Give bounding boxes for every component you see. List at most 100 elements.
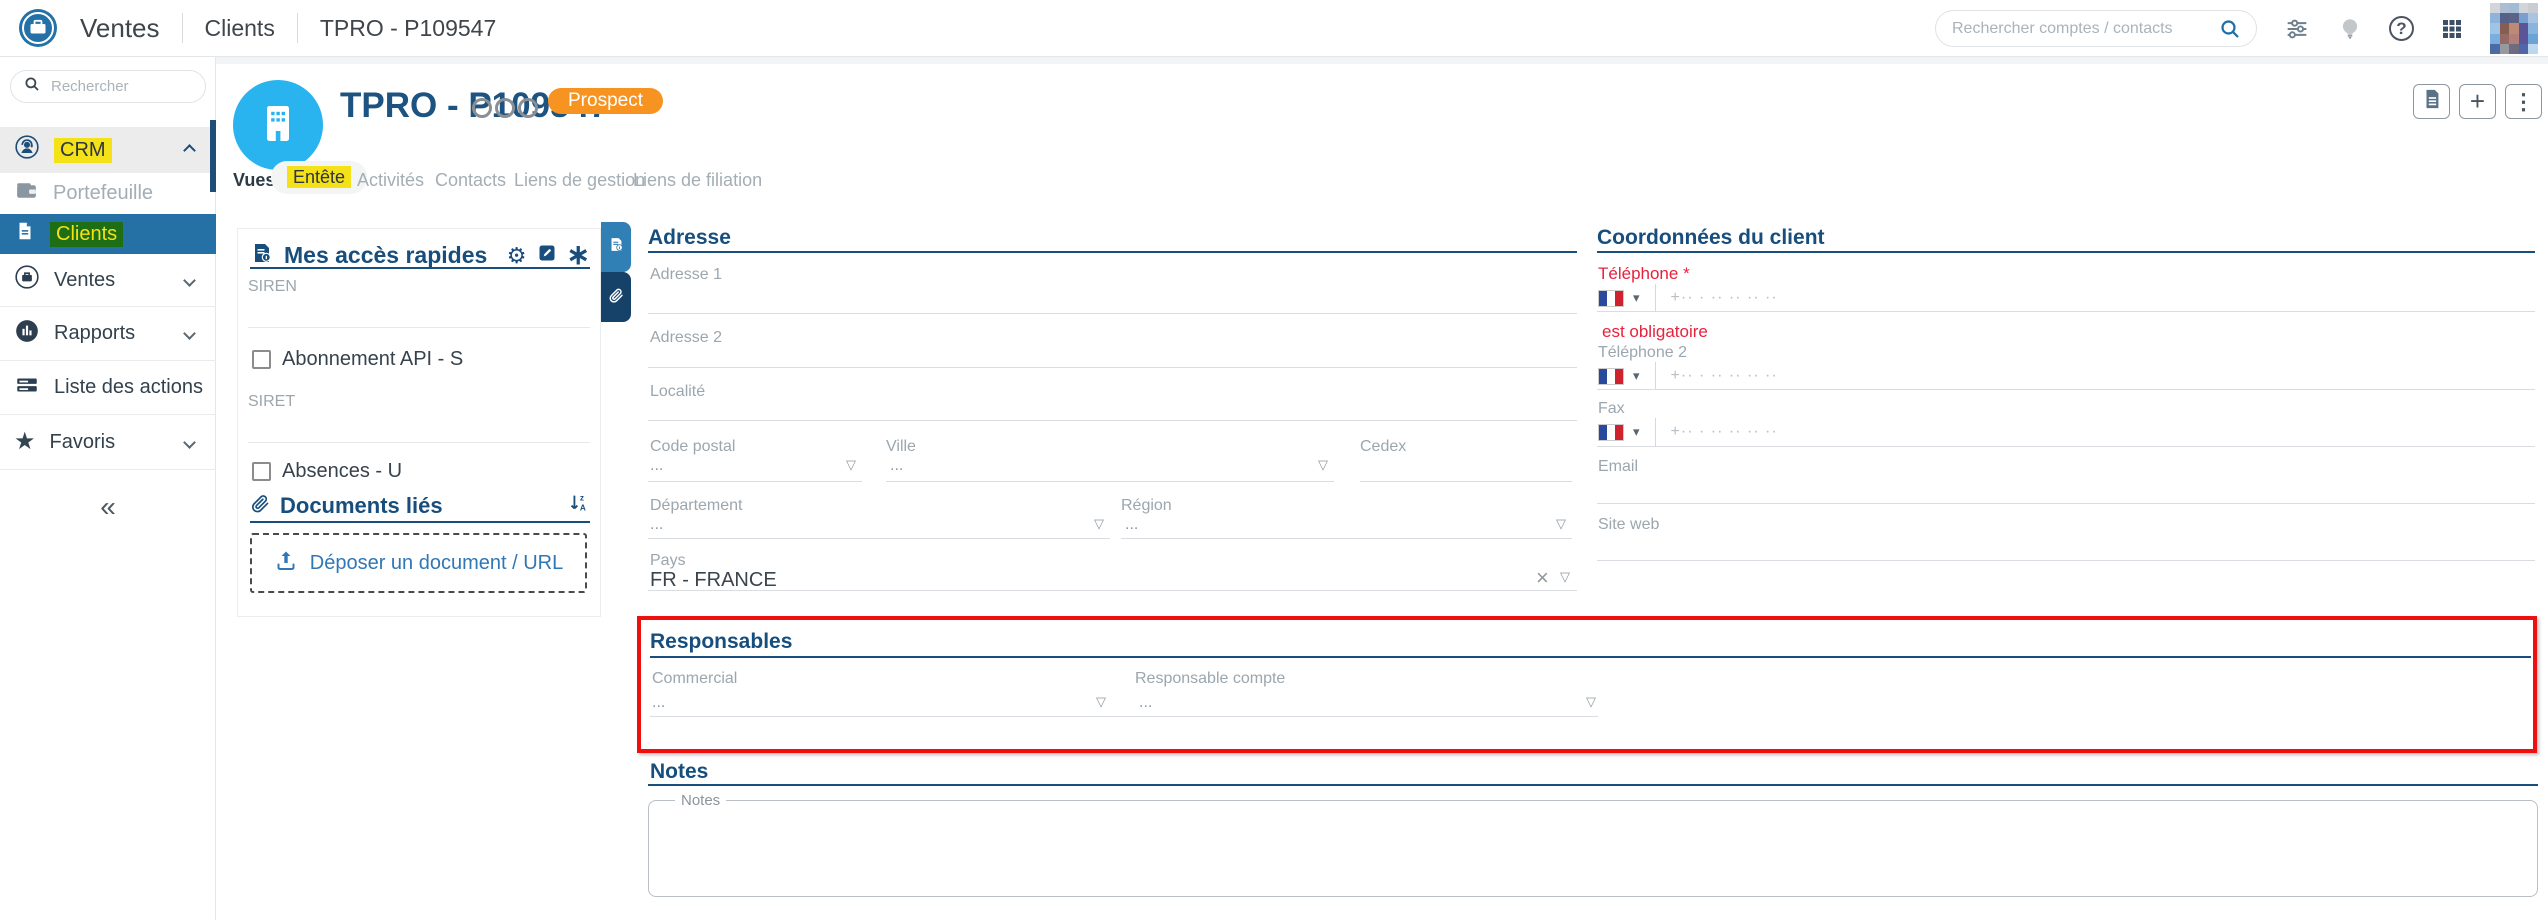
checkbox-icon[interactable]: [252, 462, 271, 481]
wallet-icon: [14, 178, 39, 209]
sidebar-item-clients[interactable]: Clients: [0, 214, 216, 254]
app-logo-icon[interactable]: [18, 8, 58, 48]
responsable-compte-field[interactable]: [1135, 716, 1598, 717]
chevron-down-icon[interactable]: ▾: [1633, 424, 1640, 440]
status-circle-icon[interactable]: [472, 98, 492, 118]
departement-label: Département: [650, 497, 743, 515]
sidebar-item-favoris[interactable]: ★ Favoris: [0, 415, 216, 470]
responsable-compte-value[interactable]: ...: [1139, 694, 1152, 712]
gear-icon[interactable]: ⚙: [507, 243, 527, 269]
fax-input[interactable]: +·· · ·· ·· ·· ··: [1671, 423, 1778, 441]
tab-liens-de-gestion[interactable]: Liens de gestion: [514, 170, 645, 191]
notes-section-title: Notes: [650, 760, 708, 784]
side-tab-attachments[interactable]: [601, 272, 631, 322]
commercial-value[interactable]: ...: [652, 694, 665, 712]
company-avatar: [233, 80, 323, 170]
paperclip-icon: [608, 287, 624, 308]
localite-label: Localité: [650, 383, 705, 401]
sidebar-collapse-button[interactable]: «: [0, 482, 216, 532]
sidebar-item-label: Rapports: [54, 322, 135, 345]
chevron-down-icon[interactable]: ▽: [1556, 517, 1566, 530]
tab-liens-de-filiation[interactable]: Liens de filiation: [633, 170, 762, 191]
checkbox-abonnement[interactable]: Abonnement API - S: [252, 348, 463, 371]
tab-activites[interactable]: Activités: [357, 170, 424, 191]
breadcrumb-module[interactable]: Clients: [205, 15, 275, 42]
sidebar-search[interactable]: [10, 70, 206, 103]
asterisk-icon[interactable]: ∗: [567, 244, 590, 266]
region-value[interactable]: ...: [1125, 516, 1138, 534]
pays-value[interactable]: FR - FRANCE: [650, 569, 777, 592]
chevron-down-icon[interactable]: ▽: [846, 458, 856, 471]
clear-icon[interactable]: ×: [1536, 565, 1549, 591]
status-circle-icon[interactable]: [495, 98, 515, 118]
france-flag-icon[interactable]: [1598, 290, 1624, 307]
apps-grid-icon[interactable]: [2440, 17, 2464, 41]
document-dropzone[interactable]: Déposer un document / URL: [250, 533, 587, 593]
address-section-title: Adresse: [648, 226, 731, 250]
departement-field[interactable]: [648, 538, 1110, 539]
localite-field[interactable]: [648, 420, 1577, 421]
lightbulb-icon[interactable]: [2337, 15, 2363, 43]
help-icon[interactable]: ?: [2389, 16, 2414, 41]
code-postal-field[interactable]: [648, 481, 862, 482]
chevron-down-icon[interactable]: ▾: [1633, 290, 1640, 306]
chevron-down-icon[interactable]: ▽: [1560, 570, 1570, 583]
website-field[interactable]: [1597, 560, 2535, 561]
tab-contacts[interactable]: Contacts: [435, 170, 506, 191]
chevron-down-icon[interactable]: ▽: [1586, 695, 1596, 708]
sidebar-item-ventes[interactable]: Ventes: [0, 254, 216, 307]
sidebar-item-portefeuille[interactable]: Portefeuille: [0, 173, 216, 214]
france-flag-icon[interactable]: [1598, 368, 1624, 385]
chevron-down-icon[interactable]: ▽: [1094, 517, 1104, 530]
search-icon[interactable]: [2218, 17, 2242, 41]
telephone2-field[interactable]: ▾ +·· · ·· ·· ·· ··: [1598, 362, 1778, 390]
edit-icon[interactable]: [537, 243, 557, 268]
departement-value[interactable]: ...: [650, 516, 663, 534]
tab-entete[interactable]: Entête: [271, 161, 367, 194]
telephone-input[interactable]: +·· · ·· ·· ·· ··: [1671, 289, 1778, 307]
sidebar-item-liste-des-actions[interactable]: Liste des actions: [0, 361, 216, 415]
sidebar-item-rapports[interactable]: Rapports: [0, 307, 216, 361]
status-circle-icon[interactable]: [518, 98, 538, 118]
ville-field[interactable]: [886, 481, 1334, 482]
breadcrumb-record: TPRO - P109547: [320, 15, 496, 42]
sort-az-icon[interactable]: zA: [568, 492, 590, 519]
fax-field[interactable]: ▾ +·· · ·· ·· ·· ··: [1598, 418, 1778, 446]
reports-chart-icon: [14, 318, 40, 350]
add-button[interactable]: +: [2459, 84, 2496, 119]
sidebar-item-crm[interactable]: CRM: [0, 127, 216, 173]
clients-doc-icon: [14, 220, 36, 248]
adresse2-field[interactable]: [648, 367, 1577, 368]
global-search-input[interactable]: [1950, 19, 2208, 39]
chevron-down-icon[interactable]: ▽: [1318, 458, 1328, 471]
code-postal-value[interactable]: ...: [650, 457, 663, 475]
status-circles[interactable]: [472, 98, 538, 118]
fax-underline: [1597, 446, 2535, 447]
cedex-field[interactable]: [1360, 481, 1572, 482]
user-avatar[interactable]: [2490, 3, 2538, 54]
ville-value[interactable]: ...: [890, 457, 903, 475]
filter-sliders-icon[interactable]: [2283, 15, 2311, 43]
region-field[interactable]: [1121, 538, 1572, 539]
adresse1-field[interactable]: [648, 313, 1577, 314]
sidebar-search-input[interactable]: [49, 77, 179, 96]
breadcrumb-divider: [297, 13, 298, 43]
document-button[interactable]: [2413, 84, 2450, 119]
telephone2-input[interactable]: +·· · ·· ·· ·· ··: [1671, 367, 1778, 385]
actions-list-icon: [14, 372, 40, 404]
status-badge: Prospect: [548, 88, 663, 114]
email-field[interactable]: [1597, 503, 2535, 504]
chevron-down-icon[interactable]: ▽: [1096, 695, 1106, 708]
chevron-down-icon[interactable]: ▾: [1633, 368, 1640, 384]
telephone-field[interactable]: ▾ +·· · ·· ·· ·· ··: [1598, 284, 1778, 312]
pays-field[interactable]: [648, 590, 1577, 591]
global-search[interactable]: [1935, 10, 2257, 47]
france-flag-icon[interactable]: [1598, 424, 1624, 441]
divider: [248, 442, 590, 443]
app-name[interactable]: Ventes: [80, 13, 160, 44]
side-tab-info[interactable]: [601, 222, 631, 272]
checkbox-icon[interactable]: [252, 350, 271, 369]
checkbox-absences[interactable]: Absences - U: [252, 460, 402, 483]
notes-textarea[interactable]: [659, 809, 2527, 887]
more-button[interactable]: ⋮: [2505, 84, 2542, 119]
